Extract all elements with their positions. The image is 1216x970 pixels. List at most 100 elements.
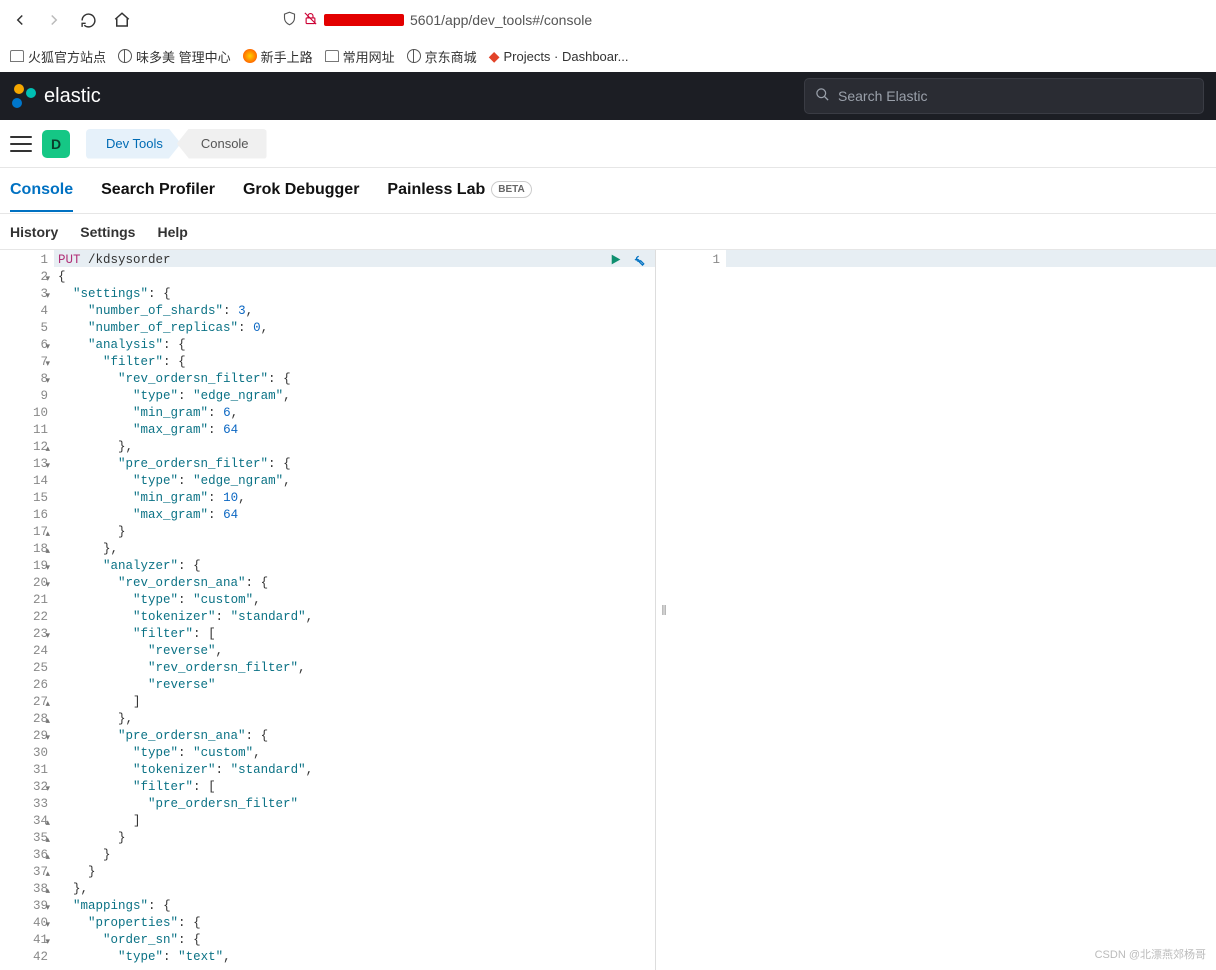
line-number: 10	[0, 405, 48, 422]
beta-badge: BETA	[491, 181, 531, 198]
code-line[interactable]: "pre_ordersn_ana": {	[58, 728, 651, 745]
wrench-icon[interactable]	[630, 252, 645, 267]
code-line[interactable]: "tokenizer": "standard",	[58, 609, 651, 626]
request-editor[interactable]: PUT /kdsysorder{ "settings": { "number_o…	[54, 250, 655, 970]
tab-search-profiler[interactable]: Search Profiler	[101, 170, 215, 212]
bookmark-item[interactable]: ◆Projects · Dashboar...	[489, 48, 629, 65]
line-number: 40▾	[0, 915, 48, 932]
console-area: 12▾3▾456▾7▾8▾9101112▴13▾14151617▴18▴19▾2…	[0, 250, 1216, 970]
breadcrumb-devtools[interactable]: Dev Tools	[86, 129, 181, 159]
line-number: 19▾	[0, 558, 48, 575]
code-line[interactable]: "type": "edge_ngram",	[58, 388, 651, 405]
code-line[interactable]: "order_sn": {	[58, 932, 651, 949]
code-line[interactable]: },	[58, 439, 651, 456]
breadcrumb: Dev Tools Console	[86, 129, 267, 159]
line-number: 2▾	[0, 269, 48, 286]
bookmark-item[interactable]: 京东商城	[407, 47, 477, 66]
back-button[interactable]	[8, 8, 32, 32]
line-gutter: 1	[672, 250, 726, 970]
code-line[interactable]: "filter": [	[58, 626, 651, 643]
request-actions	[609, 252, 645, 267]
code-line[interactable]: "type": "custom",	[58, 745, 651, 762]
bookmark-bar: 火狐官方站点 味多美 管理中心 新手上路 常用网址 京东商城 ◆Projects…	[0, 40, 1216, 72]
tab-painless-lab[interactable]: Painless Lab BETA	[387, 170, 531, 212]
devtool-tabs: Console Search Profiler Grok Debugger Pa…	[0, 168, 1216, 214]
url-text: 5601/app/dev_tools#/console	[410, 12, 592, 28]
settings-link[interactable]: Settings	[80, 224, 135, 240]
code-line[interactable]: "number_of_shards": 3,	[58, 303, 651, 320]
bookmark-item[interactable]: 新手上路	[243, 47, 313, 66]
code-line[interactable]: "rev_ordersn_filter": {	[58, 371, 651, 388]
watermark: CSDN @北漂燕郊杨哥	[1095, 946, 1206, 962]
global-search[interactable]: Search Elastic	[804, 78, 1204, 114]
bookmark-item[interactable]: 常用网址	[325, 47, 395, 66]
line-number: 8▾	[0, 371, 48, 388]
code-line[interactable]: "analysis": {	[58, 337, 651, 354]
code-line[interactable]: ]	[58, 694, 651, 711]
code-line[interactable]: PUT /kdsysorder	[58, 252, 651, 269]
code-line[interactable]: "max_gram": 64	[58, 507, 651, 524]
bookmark-item[interactable]: 火狐官方站点	[10, 47, 106, 66]
send-request-icon[interactable]	[609, 253, 622, 266]
line-number: 30	[0, 745, 48, 762]
code-line[interactable]: "reverse",	[58, 643, 651, 660]
gitlab-icon: ◆	[489, 48, 500, 65]
line-number: 12▴	[0, 439, 48, 456]
code-line[interactable]: "min_gram": 6,	[58, 405, 651, 422]
code-line[interactable]: "reverse"	[58, 677, 651, 694]
code-line[interactable]: "rev_ordersn_ana": {	[58, 575, 651, 592]
code-line[interactable]: },	[58, 881, 651, 898]
app-header: elastic Search Elastic	[0, 72, 1216, 120]
elastic-logo-icon	[12, 84, 36, 108]
code-line[interactable]: "filter": {	[58, 354, 651, 371]
code-line[interactable]: "number_of_replicas": 0,	[58, 320, 651, 337]
code-line[interactable]: },	[58, 541, 651, 558]
pane-resizer[interactable]: ‖	[656, 250, 672, 970]
code-line[interactable]: }	[58, 864, 651, 881]
brand-text: elastic	[44, 85, 101, 108]
globe-icon	[118, 49, 132, 63]
code-line[interactable]: "settings": {	[58, 286, 651, 303]
code-line[interactable]: {	[58, 269, 651, 286]
code-line[interactable]: "mappings": {	[58, 898, 651, 915]
code-line[interactable]: ]	[58, 813, 651, 830]
line-number: 27▴	[0, 694, 48, 711]
code-line[interactable]: "max_gram": 64	[58, 422, 651, 439]
code-line[interactable]: "type": "text",	[58, 949, 651, 966]
reload-button[interactable]	[76, 8, 100, 32]
forward-button[interactable]	[42, 8, 66, 32]
code-line[interactable]: "min_gram": 10,	[58, 490, 651, 507]
code-line[interactable]: "analyzer": {	[58, 558, 651, 575]
code-line[interactable]: "filter": [	[58, 779, 651, 796]
code-line[interactable]: },	[58, 711, 651, 728]
line-number: 42	[0, 949, 48, 966]
code-line[interactable]: }	[58, 847, 651, 864]
console-toolbar: History Settings Help	[0, 214, 1216, 250]
line-number: 1	[0, 252, 48, 269]
line-gutter: 12▾3▾456▾7▾8▾9101112▴13▾14151617▴18▴19▾2…	[0, 250, 54, 970]
code-line[interactable]: "tokenizer": "standard",	[58, 762, 651, 779]
code-line[interactable]: "type": "edge_ngram",	[58, 473, 651, 490]
tab-console[interactable]: Console	[10, 170, 73, 212]
code-line[interactable]: "pre_ordersn_filter": {	[58, 456, 651, 473]
history-link[interactable]: History	[10, 224, 58, 240]
tab-grok-debugger[interactable]: Grok Debugger	[243, 170, 359, 212]
help-link[interactable]: Help	[157, 224, 187, 240]
code-line[interactable]: "type": "custom",	[58, 592, 651, 609]
line-number: 23▾	[0, 626, 48, 643]
request-pane[interactable]: 12▾3▾456▾7▾8▾9101112▴13▾14151617▴18▴19▾2…	[0, 250, 656, 970]
code-line[interactable]: "rev_ordersn_filter",	[58, 660, 651, 677]
line-number: 1	[672, 252, 720, 269]
code-line[interactable]: }	[58, 830, 651, 847]
line-number: 15	[0, 490, 48, 507]
home-button[interactable]	[110, 8, 134, 32]
response-pane[interactable]: 1	[672, 250, 1216, 970]
code-line[interactable]: "properties": {	[58, 915, 651, 932]
bookmark-item[interactable]: 味多美 管理中心	[118, 47, 231, 66]
elastic-logo[interactable]: elastic	[12, 84, 101, 108]
space-avatar[interactable]: D	[42, 130, 70, 158]
menu-toggle-icon[interactable]	[10, 136, 32, 152]
code-line[interactable]: }	[58, 524, 651, 541]
code-line[interactable]: "pre_ordersn_filter"	[58, 796, 651, 813]
url-bar[interactable]: 5601/app/dev_tools#/console	[274, 5, 1208, 35]
